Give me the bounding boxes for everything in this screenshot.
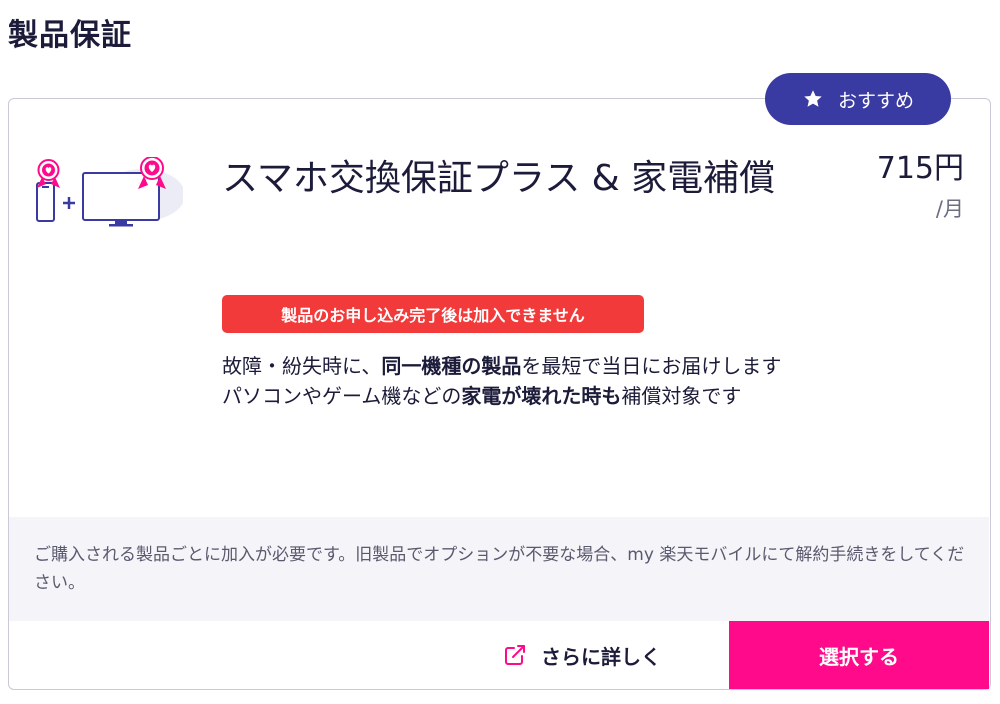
select-button[interactable]: 選択する: [729, 621, 989, 689]
recommended-badge-label: おすすめ: [837, 89, 914, 112]
card-actions: さらに詳しく 選択する: [9, 621, 989, 689]
star-icon: [804, 90, 822, 107]
price-unit: /月: [935, 197, 964, 221]
external-link-icon: [505, 645, 525, 665]
footnote-area: ご購入される製品ごとに加入が必要です。旧製品でオプションが不要な場合、my 楽天…: [9, 517, 989, 621]
description-emphasis: 同一機種の製品: [381, 354, 522, 378]
description-text: 補償対象です: [621, 384, 742, 408]
description-text: を最短で当日にお届けします: [521, 354, 782, 378]
plan-description: 故障・紛失時に、同一機種の製品を最短で当日にお届けしますパソコンやゲーム機などの…: [222, 351, 802, 411]
phone-plus-tv-illustration: [36, 157, 183, 227]
description-emphasis: 家電が壊れた時も: [461, 384, 622, 408]
description-text: 故障・紛失時に、: [222, 354, 382, 378]
plan-name: スマホ交換保証プラス & 家電補償: [222, 158, 776, 199]
enrollment-notice-badge: 製品のお申し込み完了後は加入できません: [222, 295, 644, 333]
price-block: 715円 /月: [877, 143, 964, 223]
footnote-text: ご購入される製品ごとに加入が必要です。旧製品でオプションが不要な場合、my 楽天…: [34, 545, 965, 593]
section-title: 製品保証: [8, 18, 132, 53]
plan-card: スマホ交換保証プラス & 家電補償 715円 /月 製品のお申し込み完了後は加入…: [8, 98, 991, 690]
price-amount: 715円: [876, 151, 964, 186]
recommended-badge: おすすめ: [765, 73, 951, 125]
more-details-link[interactable]: さらに詳しく: [9, 621, 729, 689]
description-text: パソコンやゲーム機などの: [222, 384, 462, 408]
more-details-label: さらに詳しく: [541, 644, 661, 669]
